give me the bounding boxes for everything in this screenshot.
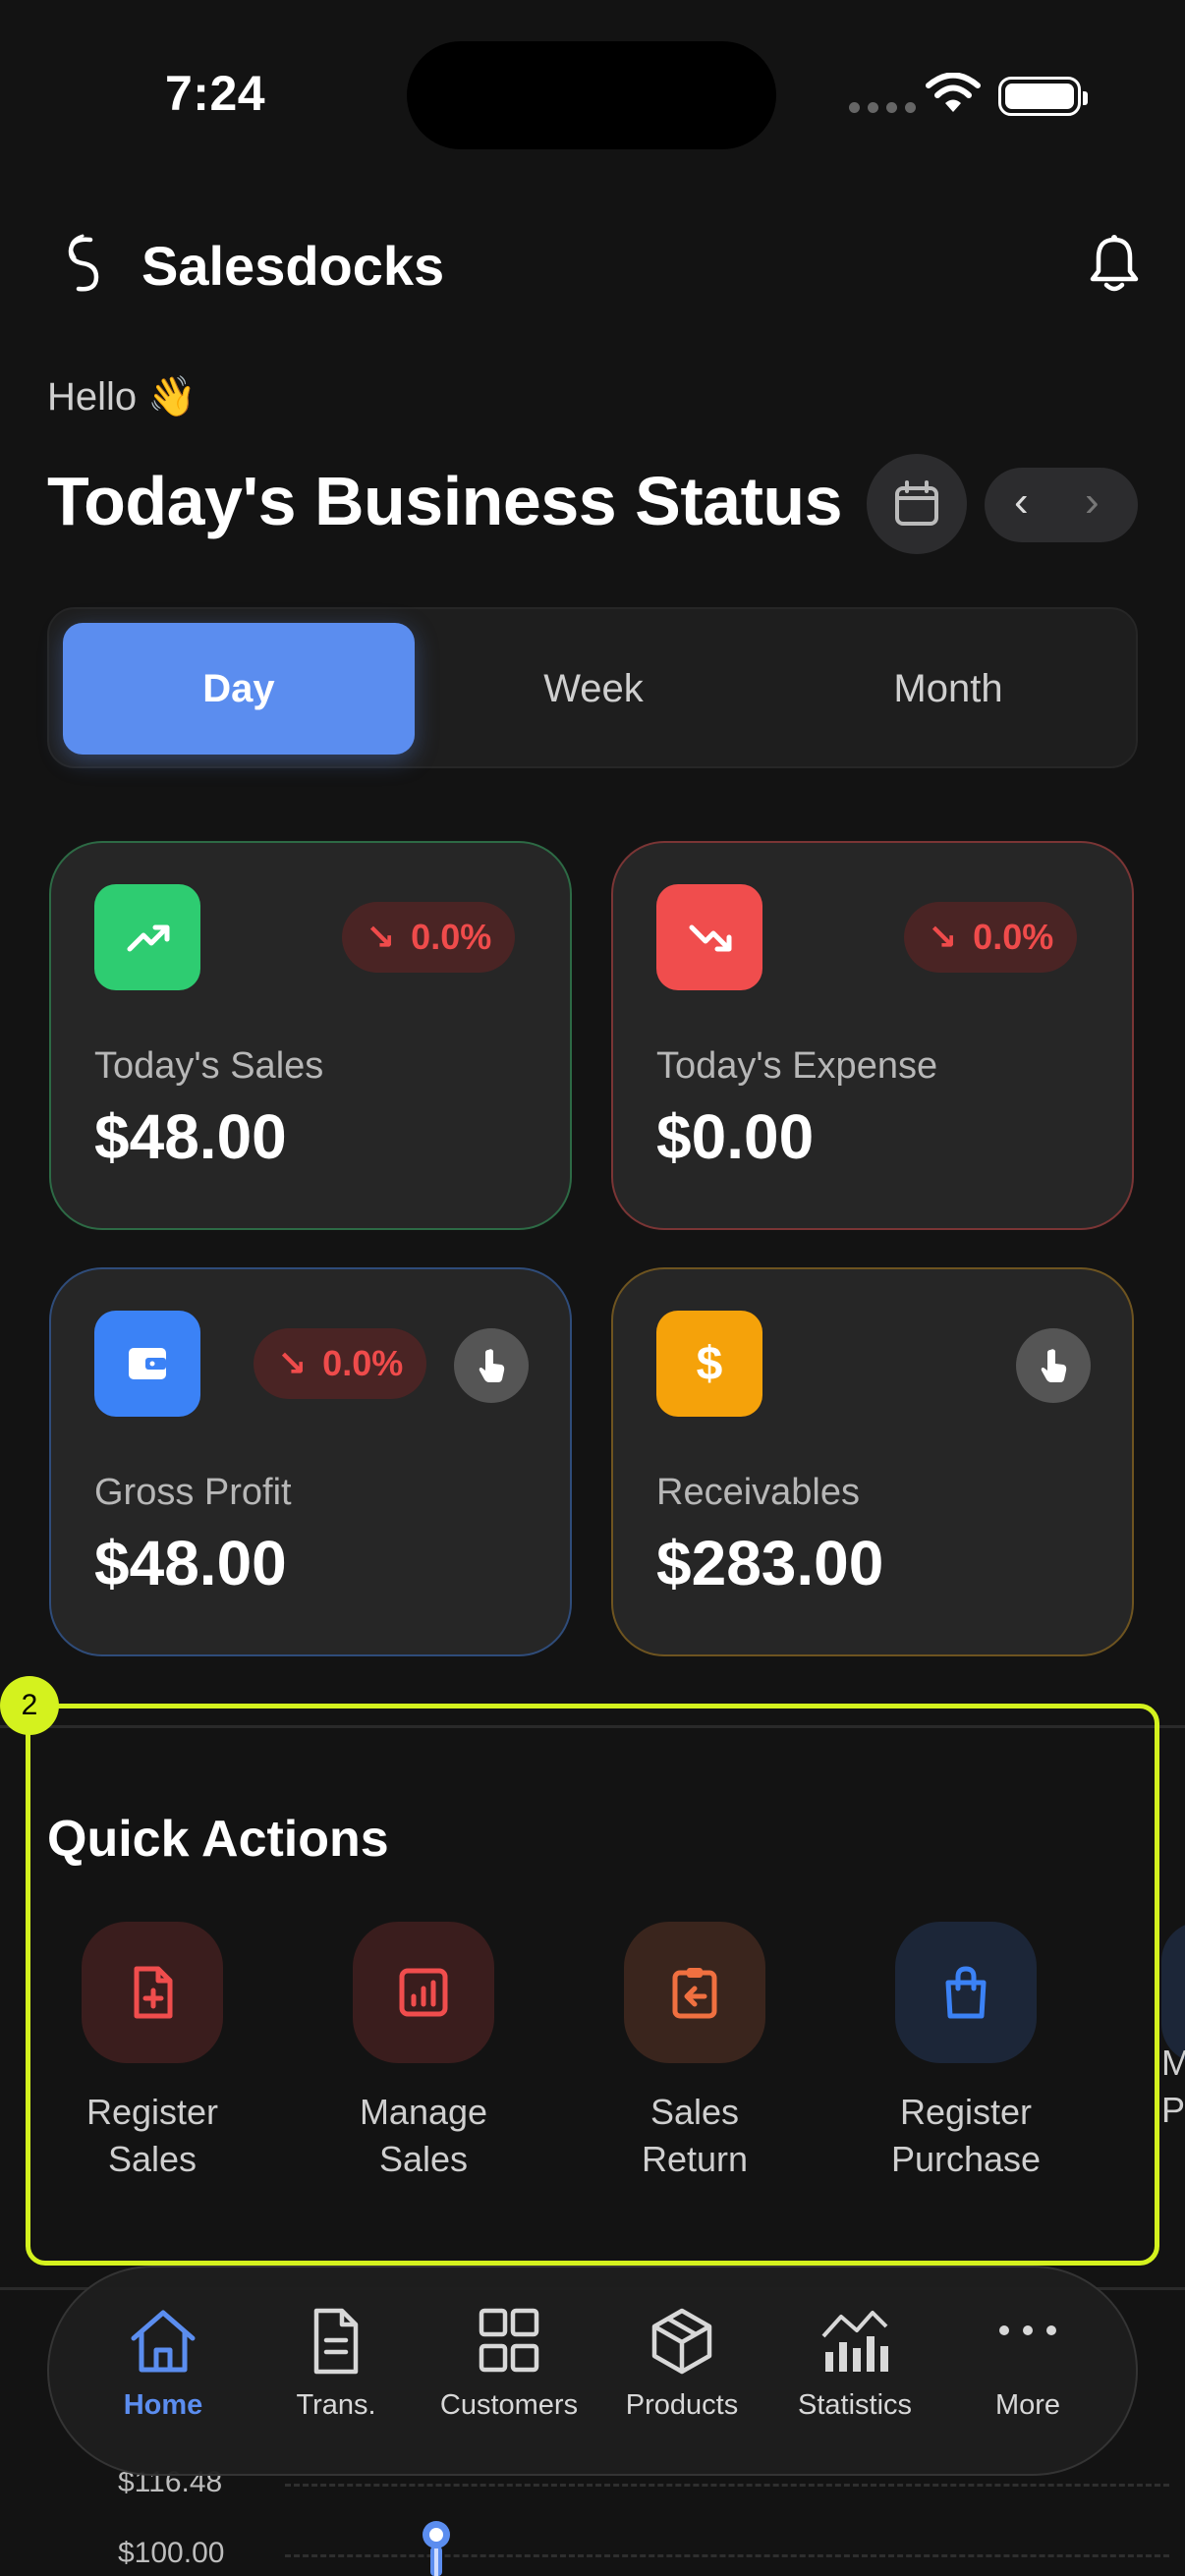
quick-action-register-sales[interactable]: Register Sales: [34, 1922, 270, 2183]
stats-icon: [821, 2311, 888, 2372]
date-navigator: ‹ ›: [985, 468, 1138, 542]
tab-products[interactable]: Products: [593, 2307, 770, 2422]
signal-icon: [849, 102, 916, 113]
quick-action-label: Sales Return: [641, 2092, 749, 2179]
calendar-button[interactable]: [867, 454, 967, 554]
arrow-down-right-icon: ↘: [928, 917, 958, 957]
card-label: Gross Profit: [94, 1472, 292, 1513]
file-plus-icon: [82, 1922, 223, 2063]
todays-sales-card[interactable]: ↘ 0.0% Today's Sales $48.00: [49, 841, 572, 1230]
arrow-down-right-icon: ↘: [366, 917, 396, 957]
card-label: Receivables: [656, 1472, 860, 1513]
card-value: $48.00: [94, 1528, 287, 1598]
wallet-icon: [94, 1311, 200, 1417]
quick-action-label: Manage Sales: [359, 2092, 488, 2179]
tab-statistics[interactable]: Statistics: [766, 2307, 943, 2422]
wifi-icon: [926, 73, 981, 112]
more-icon: [999, 2325, 1056, 2335]
tab-day[interactable]: Day: [63, 623, 415, 755]
chart-marker-icon: [423, 2521, 450, 2576]
card-label: Today's Expense: [656, 1045, 938, 1087]
app-brand: Salesdocks: [141, 235, 445, 297]
calendar-icon: [895, 480, 938, 526]
gross-profit-card[interactable]: ↘ 0.0% Gross Profit $48.00: [49, 1267, 572, 1656]
receivables-card[interactable]: $ Receivables $283.00: [611, 1267, 1134, 1656]
bottom-tab-bar: Home Trans. Customers Products Statistic…: [47, 2266, 1138, 2476]
next-date-button[interactable]: ›: [1085, 477, 1100, 527]
period-segmented-control: Day Week Month: [47, 607, 1138, 768]
salesdocks-logo-icon: [68, 234, 99, 292]
quick-action-label: Register Purchase: [890, 2092, 1042, 2179]
dynamic-island: [407, 41, 776, 149]
tab-more[interactable]: More: [939, 2307, 1116, 2422]
tab-home[interactable]: Home: [75, 2307, 252, 2422]
change-badge: ↘ 0.0%: [342, 902, 516, 973]
chart-gridline: [285, 2484, 1169, 2487]
tab-month[interactable]: Month: [772, 623, 1124, 755]
quick-action-register-purchase[interactable]: Register Purchase: [848, 1922, 1084, 2183]
tab-customers[interactable]: Customers: [421, 2307, 597, 2422]
chart-y-tick: $100.00: [118, 2537, 225, 2569]
tab-transactions[interactable]: Trans.: [248, 2307, 424, 2422]
arrow-down-right-icon: ↘: [277, 1343, 308, 1383]
battery-icon: [998, 77, 1088, 116]
document-icon: [313, 2308, 359, 2375]
trending-down-icon: [656, 884, 762, 990]
status-time: 7:24: [165, 66, 266, 121]
quick-action-label: Register Sales: [85, 2092, 219, 2179]
card-label: Today's Sales: [94, 1045, 324, 1087]
prev-date-button[interactable]: ‹: [1014, 477, 1029, 527]
box-icon: [651, 2308, 712, 2375]
quick-action-sales-return[interactable]: Sales Return: [577, 1922, 813, 2183]
shopping-bag-icon: [895, 1922, 1037, 2063]
greeting-text: Hello 👋: [47, 375, 198, 419]
quick-actions-title: Quick Actions: [47, 1811, 389, 1868]
report-chart-icon: [353, 1922, 494, 2063]
grid-icon: [479, 2308, 539, 2373]
trending-up-icon: [94, 884, 200, 990]
home-icon: [131, 2310, 196, 2373]
tap-hint-icon[interactable]: [1016, 1328, 1091, 1403]
highlight-number-badge: 2: [0, 1676, 59, 1735]
page-title: Today's Business Status: [47, 463, 843, 539]
quick-action-peek-label: M P: [1161, 2043, 1185, 2130]
tab-week[interactable]: Week: [418, 623, 769, 755]
notification-bell-icon[interactable]: [1085, 234, 1144, 295]
dollar-icon: $: [656, 1311, 762, 1417]
todays-expense-card[interactable]: ↘ 0.0% Today's Expense $0.00: [611, 841, 1134, 1230]
change-badge: ↘ 0.0%: [254, 1328, 427, 1399]
tap-hint-icon[interactable]: [454, 1328, 529, 1403]
clipboard-return-icon: [624, 1922, 765, 2063]
card-value: $0.00: [656, 1101, 815, 1172]
card-value: $48.00: [94, 1101, 287, 1172]
quick-action-manage-sales[interactable]: Manage Sales: [306, 1922, 541, 2183]
card-value: $283.00: [656, 1528, 884, 1598]
change-badge: ↘ 0.0%: [904, 902, 1078, 973]
